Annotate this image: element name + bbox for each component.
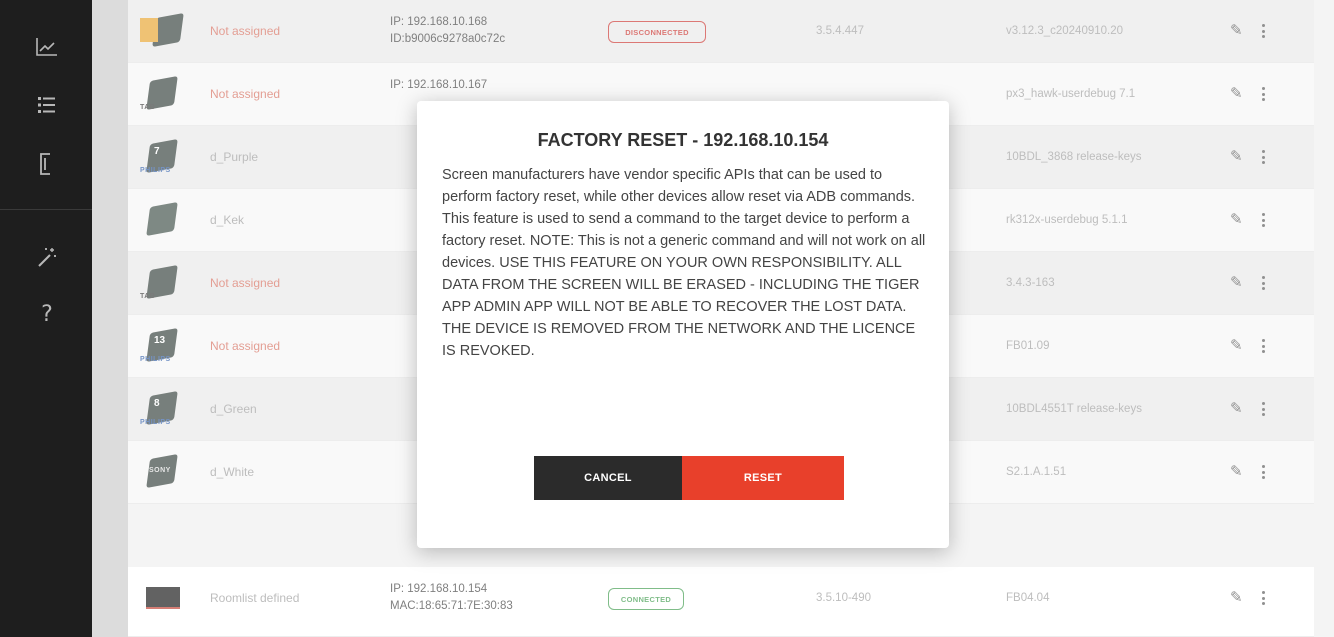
sidebar: ? [0,0,92,637]
factory-reset-dialog: FACTORY RESET - 192.168.10.154 Screen ma… [417,101,949,548]
magic-wand-icon[interactable] [33,243,61,271]
help-label: ? [41,301,53,327]
reset-button[interactable]: RESET [682,456,844,500]
chart-icon[interactable] [33,33,61,61]
dialog-title: FACTORY RESET - 192.168.10.154 [537,130,829,150]
dialog-message: Screen manufacturers have vendor specifi… [442,167,926,359]
cancel-button[interactable]: CANCEL [534,456,682,500]
list-icon[interactable] [33,91,61,119]
bracket-icon[interactable] [33,150,61,178]
help-icon[interactable]: ? [33,300,61,328]
sidebar-divider [0,209,92,210]
sidebar-gutter [92,0,128,637]
